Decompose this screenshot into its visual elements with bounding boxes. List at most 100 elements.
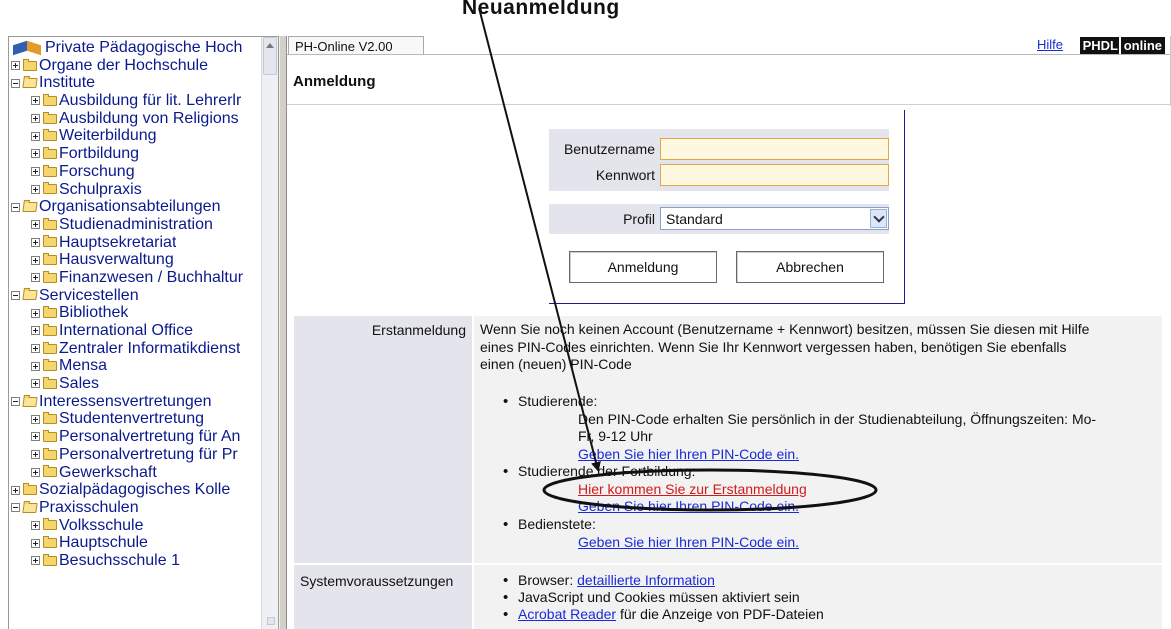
tree-item[interactable]: Weiterbildung bbox=[9, 127, 262, 145]
expand-icon[interactable] bbox=[31, 114, 40, 124]
tree-item[interactable]: Hausverwaltung bbox=[9, 251, 262, 269]
tree-item[interactable]: Interessensvertretungen bbox=[9, 393, 262, 411]
resize-grip-icon[interactable] bbox=[267, 617, 275, 625]
expand-icon[interactable] bbox=[31, 273, 40, 283]
tree-item-label: Hauptschule bbox=[59, 534, 148, 552]
tree-item[interactable]: Organe der Hochschule bbox=[9, 57, 262, 75]
expand-icon[interactable] bbox=[31, 184, 40, 194]
tree-item[interactable]: Personalvertretung für Pr bbox=[9, 446, 262, 464]
cancel-button[interactable]: Abbrechen bbox=[736, 251, 884, 283]
login-form: Benutzername Kennwort Profil Standard An… bbox=[549, 110, 905, 304]
expand-icon[interactable] bbox=[31, 167, 40, 177]
expand-icon[interactable] bbox=[31, 237, 40, 247]
tree-item[interactable]: Institute bbox=[9, 74, 262, 92]
folder-icon bbox=[43, 235, 57, 248]
tree-item[interactable]: Besuchsschule 1 bbox=[9, 552, 262, 570]
first-login-label-cell: Erstanmeldung bbox=[294, 316, 472, 563]
scroll-up-arrow-icon[interactable] bbox=[266, 43, 274, 48]
tree-item[interactable]: Volksschule bbox=[9, 517, 262, 535]
folder-icon bbox=[43, 146, 57, 159]
tree-item[interactable]: Ausbildung von Religions bbox=[9, 110, 262, 128]
folder-icon bbox=[43, 111, 57, 124]
tree-item-label: Organe der Hochschule bbox=[39, 56, 208, 74]
tree-item[interactable]: Praxisschulen bbox=[9, 499, 262, 517]
chevron-down-icon[interactable] bbox=[870, 209, 887, 228]
expand-icon[interactable] bbox=[31, 556, 40, 566]
tree-item-label: Hausverwaltung bbox=[59, 251, 174, 269]
expand-icon[interactable] bbox=[31, 96, 40, 106]
tree-item[interactable]: Bibliothek bbox=[9, 304, 262, 322]
browser-info-link[interactable]: detaillierte Information bbox=[577, 572, 715, 588]
expand-icon[interactable] bbox=[31, 326, 40, 336]
password-input[interactable] bbox=[660, 164, 889, 186]
expand-icon[interactable] bbox=[31, 379, 40, 389]
frame-splitter[interactable] bbox=[279, 36, 287, 629]
tree-item[interactable]: Zentraler Informatikdienst bbox=[9, 340, 262, 358]
acrobat-reader-link[interactable]: Acrobat Reader bbox=[518, 606, 616, 622]
tree-root[interactable]: Private Pädagogische Hoch bbox=[9, 39, 262, 57]
tree-item[interactable]: Finanzwesen / Buchhaltur bbox=[9, 269, 262, 287]
first-login-link[interactable]: Hier kommen Sie zur Erstanmeldung bbox=[578, 481, 807, 497]
collapse-icon[interactable] bbox=[11, 290, 20, 300]
expand-icon[interactable] bbox=[31, 344, 40, 354]
expand-icon[interactable] bbox=[31, 520, 40, 530]
profile-select[interactable]: Standard bbox=[660, 207, 889, 230]
tree-item[interactable]: Schulpraxis bbox=[9, 181, 262, 199]
books-icon bbox=[11, 41, 43, 55]
continuing-students-item: Studierende der Fortbildung: bbox=[503, 463, 695, 481]
expand-icon[interactable] bbox=[31, 131, 40, 141]
username-input[interactable] bbox=[660, 138, 889, 160]
tree-item[interactable]: Personalvertretung für An bbox=[9, 428, 262, 446]
expand-icon[interactable] bbox=[31, 414, 40, 424]
staff-pin-link[interactable]: Geben Sie hier Ihren PIN-Code ein. bbox=[578, 534, 799, 550]
tree-item[interactable]: International Office bbox=[9, 322, 262, 340]
login-button[interactable]: Anmeldung bbox=[569, 251, 717, 283]
tree-item[interactable]: Forschung bbox=[9, 163, 262, 181]
expand-icon[interactable] bbox=[31, 149, 40, 159]
tree-item[interactable]: Sozialpädagogisches Kolle bbox=[9, 481, 262, 499]
expand-icon[interactable] bbox=[31, 450, 40, 460]
tree-item[interactable]: Hauptschule bbox=[9, 534, 262, 552]
tree-item-label: Personalvertretung für An bbox=[59, 428, 241, 446]
app-version-tab[interactable]: PH-Online V2.00 bbox=[288, 36, 424, 54]
expand-icon[interactable] bbox=[11, 485, 20, 495]
tree-scrollbar[interactable] bbox=[261, 37, 278, 629]
tree-item[interactable]: Studienadministration bbox=[9, 216, 262, 234]
page-title: Anmeldung bbox=[293, 73, 376, 90]
tree-item[interactable]: Sales bbox=[9, 375, 262, 393]
tree-item[interactable]: Gewerkschaft bbox=[9, 464, 262, 482]
collapse-icon[interactable] bbox=[11, 397, 20, 407]
tree-item[interactable]: Fortbildung bbox=[9, 145, 262, 163]
tree-item[interactable]: Servicestellen bbox=[9, 287, 262, 305]
help-link[interactable]: Hilfe bbox=[1037, 37, 1063, 52]
tree-item-label: Institute bbox=[39, 74, 96, 92]
expand-icon[interactable] bbox=[31, 255, 40, 265]
tree-item[interactable]: Organisationsabteilungen bbox=[9, 198, 262, 216]
staff-pin-item: Geben Sie hier Ihren PIN-Code ein. bbox=[578, 534, 799, 552]
students-pin-link[interactable]: Geben Sie hier Ihren PIN-Code ein. bbox=[578, 446, 799, 462]
expand-icon[interactable] bbox=[11, 61, 20, 71]
collapse-icon[interactable] bbox=[11, 78, 20, 88]
collapse-icon[interactable] bbox=[11, 202, 20, 212]
expand-icon[interactable] bbox=[31, 538, 40, 548]
tree-item[interactable]: Mensa bbox=[9, 357, 262, 375]
expand-icon[interactable] bbox=[31, 467, 40, 477]
first-login-label: Erstanmeldung bbox=[371, 322, 466, 338]
tree-item[interactable]: Studentenvertretung bbox=[9, 410, 262, 428]
tree-item[interactable]: Ausbildung für lit. Lehrerlr bbox=[9, 92, 262, 110]
folder-icon bbox=[43, 553, 57, 566]
tree-item-label: Volksschule bbox=[59, 516, 144, 534]
students-item: Studierende: bbox=[503, 393, 597, 411]
requirements-label: Systemvoraussetzungen bbox=[300, 573, 454, 589]
expand-icon[interactable] bbox=[31, 361, 40, 371]
continuing-students-pin-link[interactable]: Geben Sie hier Ihren PIN-Code ein. bbox=[578, 498, 799, 514]
requirement-browser-prefix: Browser: bbox=[518, 572, 578, 588]
content-frame: PH-Online V2.00 Hilfe PHDL online Anmeld… bbox=[287, 36, 1171, 629]
annotation-caption: Neuanmeldung bbox=[462, 0, 620, 19]
expand-icon[interactable] bbox=[31, 308, 40, 318]
tree-item[interactable]: Hauptsekretariat bbox=[9, 234, 262, 252]
expand-icon[interactable] bbox=[31, 432, 40, 442]
expand-icon[interactable] bbox=[31, 220, 40, 230]
collapse-icon[interactable] bbox=[11, 503, 20, 513]
first-login-text-line-2: eines PIN-Codes einrichten. Wenn Sie Ihr… bbox=[480, 338, 1067, 355]
